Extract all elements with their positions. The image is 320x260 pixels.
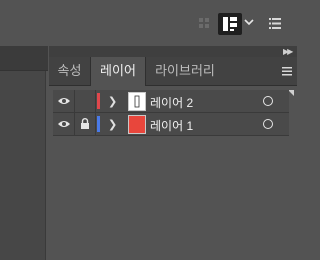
arrange-documents-icon	[223, 17, 237, 31]
layer-name[interactable]: 레이어 1	[150, 117, 193, 134]
layer-row[interactable]: ❯ 레이어 1	[53, 113, 289, 136]
double-chevron-right-icon[interactable]: ▶▶	[283, 47, 293, 56]
document-tab-strip	[0, 46, 48, 71]
tab-libraries[interactable]: 라이브러리	[145, 57, 225, 85]
layer-thumbnail	[128, 115, 146, 134]
lock-toggle[interactable]	[75, 90, 96, 112]
top-toolbar	[0, 0, 297, 46]
arrange-documents-button[interactable]	[218, 13, 242, 35]
tab-properties[interactable]: 속성	[49, 57, 90, 85]
panel-menu-icon[interactable]	[282, 67, 292, 76]
visibility-toggle[interactable]	[53, 113, 75, 135]
list-menu-icon[interactable]	[269, 18, 281, 29]
layer-name[interactable]: 레이어 2	[150, 94, 193, 111]
target-circle-icon[interactable]	[263, 96, 273, 106]
layer-color-indicator	[97, 93, 100, 109]
panel-tab-bar: 속성 레이어 라이브러리	[49, 57, 297, 86]
lock-toggle[interactable]	[75, 113, 96, 135]
eye-icon	[58, 121, 70, 127]
target-circle-icon[interactable]	[263, 119, 273, 129]
chevron-right-icon[interactable]: ❯	[108, 118, 117, 131]
eye-icon	[58, 98, 70, 104]
document-canvas[interactable]	[0, 71, 46, 260]
layer-color-indicator	[97, 116, 100, 132]
chevron-right-icon[interactable]: ❯	[108, 95, 117, 108]
lock-icon	[81, 118, 89, 129]
visibility-toggle[interactable]	[53, 90, 75, 112]
tab-layers[interactable]: 레이어	[90, 57, 146, 86]
document-area	[0, 46, 48, 260]
chevron-down-icon[interactable]	[244, 17, 254, 27]
grid-dots-icon[interactable]	[199, 18, 209, 28]
panel-dock-header	[49, 46, 297, 57]
layer-row[interactable]: ❯ 레이어 2	[53, 90, 289, 113]
layer-thumbnail	[128, 92, 146, 111]
